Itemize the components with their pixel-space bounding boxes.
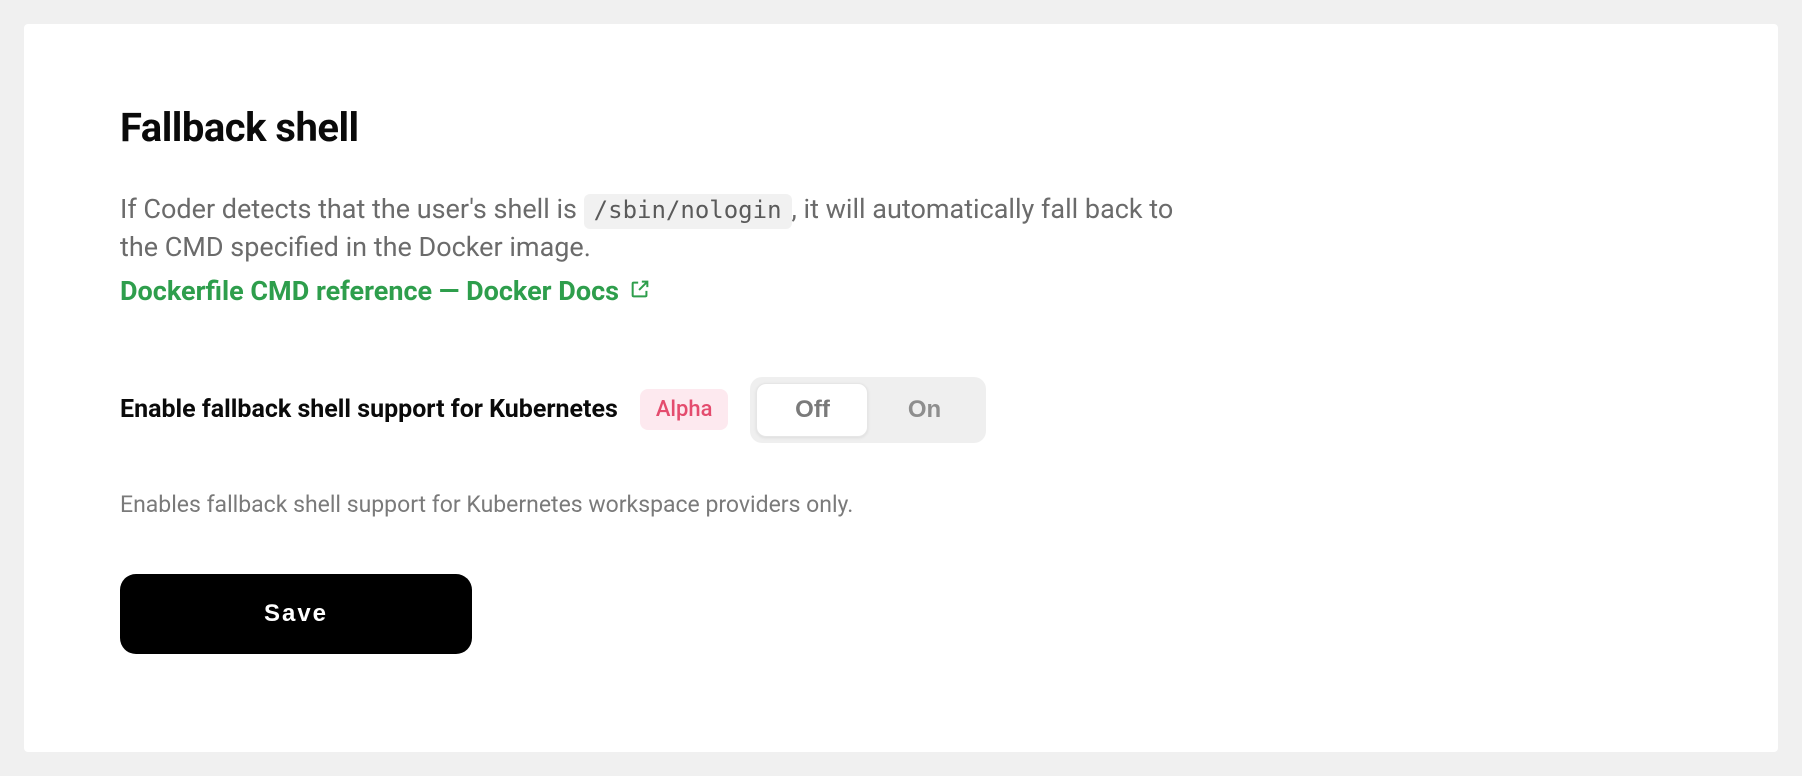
toggle-off[interactable]: Off (756, 383, 868, 437)
code-inline: /sbin/nologin (584, 194, 792, 229)
alpha-badge: Alpha (640, 389, 729, 430)
description-text: If Coder detects that the user's shell i… (120, 191, 1180, 267)
setting-row: Enable fallback shell support for Kubern… (120, 377, 1682, 443)
doc-link[interactable]: Dockerfile CMD reference — Docker Docs (120, 275, 651, 307)
external-link-icon (629, 275, 651, 307)
doc-link-label: Dockerfile CMD reference — Docker Docs (120, 275, 619, 307)
toggle-on[interactable]: On (868, 383, 980, 437)
description-part-1: If Coder detects that the user's shell i… (120, 193, 584, 225)
page-title: Fallback shell (120, 104, 1682, 151)
setting-help-text: Enables fallback shell support for Kuber… (120, 491, 1682, 518)
settings-card: Fallback shell If Coder detects that the… (24, 24, 1778, 752)
save-button[interactable]: Save (120, 574, 472, 654)
toggle-switch: Off On (750, 377, 986, 443)
setting-label: Enable fallback shell support for Kubern… (120, 395, 618, 424)
